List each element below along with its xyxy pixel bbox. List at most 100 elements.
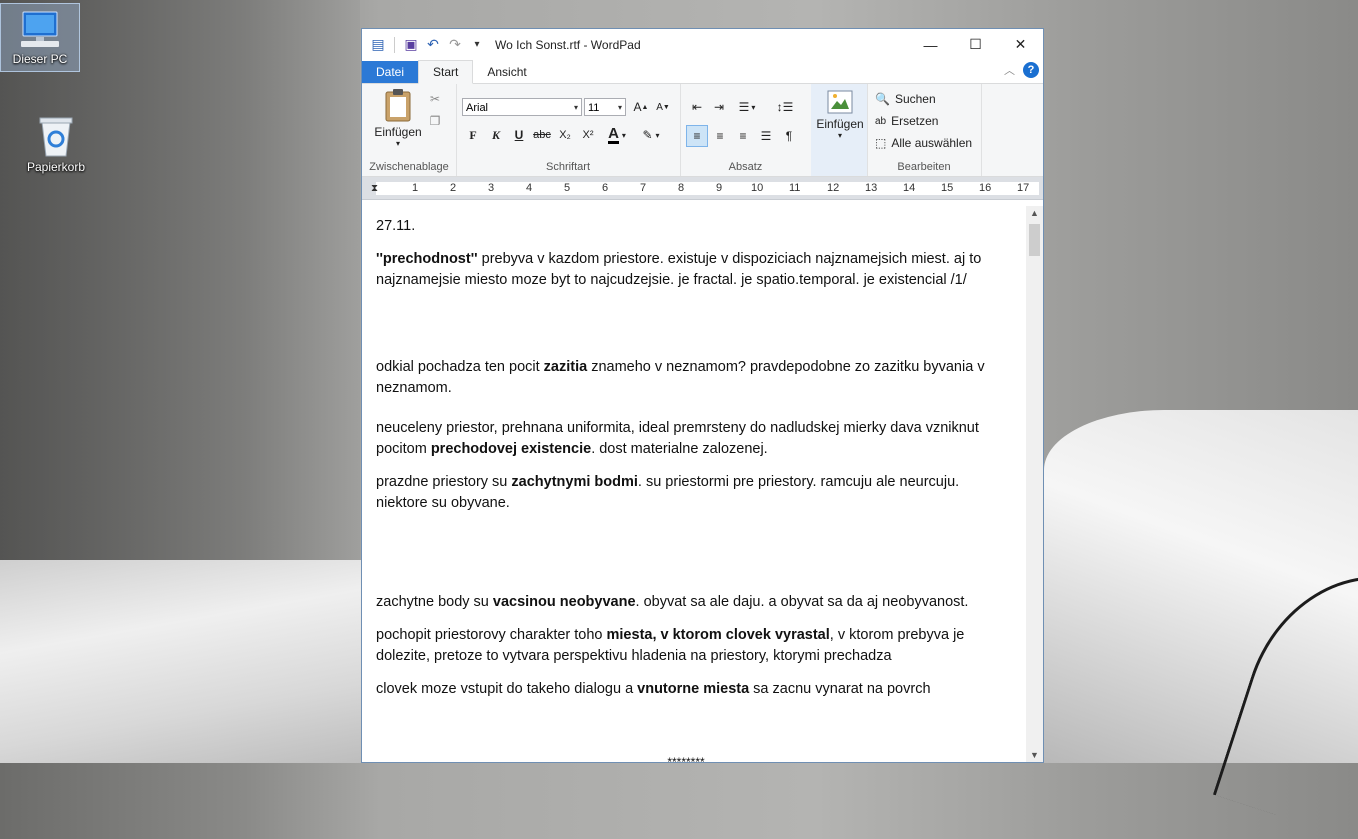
binoculars-icon: 🔍 — [875, 92, 890, 106]
group-label: Absatz — [728, 161, 763, 173]
font-size-select[interactable]: 11 ▾ — [584, 98, 626, 116]
group-editing: 🔍 Suchen ab Ersetzen ⬚ Alle auswählen Bearb… — [867, 84, 982, 176]
line-spacing-icon[interactable]: ↕☰ — [770, 96, 800, 118]
tab-view[interactable]: Ansicht — [473, 61, 540, 83]
ribbon: Einfügen ▾ ✂ ❐ Zwischenablage Arial ▾ 11 ▾… — [362, 84, 1043, 177]
save-icon[interactable]: ▣ — [403, 36, 419, 53]
paste-button[interactable]: Einfügen ▾ — [370, 88, 426, 148]
ribbon-tabs: Datei Start Ansicht ︿ ? — [362, 60, 1043, 84]
justify-icon[interactable]: ☰ — [755, 125, 777, 147]
shrink-font-icon[interactable]: A ▼ — [652, 96, 674, 118]
wallpaper-bed-left — [0, 560, 362, 763]
ruler-tick: 17 — [1017, 182, 1030, 194]
ruler-indent-marker[interactable]: ⧗ — [371, 182, 378, 195]
bold-button[interactable]: F — [462, 124, 484, 146]
undo-icon[interactable]: ↶ — [425, 36, 441, 53]
ruler-tick: 13 — [865, 182, 878, 194]
wordpad-window: ▤ ▣ ↶ ↷ ▾ Wo Ich Sonst.rtf - WordPad — ☐… — [361, 28, 1044, 763]
decrease-indent-icon[interactable]: ⇤ — [686, 96, 708, 118]
font-family-select[interactable]: Arial ▾ — [462, 98, 582, 116]
recycle-bin-icon — [39, 117, 73, 157]
scroll-up-icon[interactable]: ▲ — [1030, 208, 1039, 218]
picture-icon — [827, 90, 853, 114]
document-area[interactable]: 27.11. ''prechodnost'' prebyva v kazdom … — [362, 206, 1026, 762]
strikethrough-button[interactable]: abc — [531, 124, 553, 146]
font-size-value: 11 — [588, 102, 600, 114]
desktop-icon-this-pc[interactable]: Dieser PC — [0, 3, 80, 72]
replace-icon: ab — [875, 115, 887, 127]
ruler-tick: 5 — [564, 182, 571, 194]
insert-button[interactable]: Einfügen ▾ — [815, 90, 865, 140]
ruler-tick: 12 — [827, 182, 840, 194]
ruler-tick: 8 — [678, 182, 685, 194]
clipboard-icon — [385, 89, 411, 122]
grow-font-icon[interactable]: A ▲ — [630, 96, 652, 118]
doc-paragraph: prazdne priestory su zachytnymi bodmi. s… — [376, 474, 960, 511]
ruler[interactable]: ⧗ 1 2 3 4 5 6 7 8 9 10 11 12 13 14 15 16… — [362, 177, 1043, 200]
customize-qa-icon[interactable]: ▾ — [469, 37, 485, 53]
align-right-icon[interactable]: ≡ — [732, 125, 754, 147]
group-label: Bearbeiten — [897, 161, 951, 173]
doc-separator: ******** — [667, 755, 705, 763]
select-all-label: Alle auswählen — [891, 136, 973, 150]
bullet-list-icon[interactable]: ☰ ▾ — [732, 96, 762, 118]
group-paragraph: ⇤ ⇥ ☰ ▾ ↕☰ ≡ ≡ ≡ ☰ ¶ Absatz — [680, 84, 812, 176]
maximize-button[interactable]: ☐ — [953, 29, 998, 60]
scroll-thumb[interactable] — [1029, 224, 1040, 256]
find-button[interactable]: 🔍 Suchen — [875, 92, 936, 106]
find-label: Suchen — [894, 92, 936, 106]
group-label: Zwischenablage — [369, 161, 449, 173]
ruler-tick: 3 — [488, 182, 495, 194]
highlight-icon[interactable]: ✎ ▾ — [636, 124, 666, 146]
paste-label: Einfügen — [374, 125, 422, 139]
document-text[interactable]: 27.11. ''prechodnost'' prebyva v kazdom … — [376, 216, 996, 763]
ruler-tick: 4 — [526, 182, 533, 194]
copy-icon[interactable]: ❐ — [424, 110, 446, 132]
ruler-tick: 1 — [412, 182, 419, 194]
insert-label: Einfügen — [816, 117, 864, 131]
ruler-tick: 9 — [716, 182, 723, 194]
doc-paragraph: odkial pochadza ten pocit zazitia znameh… — [376, 359, 985, 396]
doc-paragraph: clovek moze vstupit do takeho dialogu a … — [376, 681, 931, 697]
underline-button[interactable]: U — [508, 124, 530, 146]
window-title: Wo Ich Sonst.rtf - WordPad — [495, 37, 641, 52]
desktop-icon-recycle-bin[interactable]: Papierkorb — [17, 108, 95, 174]
increase-indent-icon[interactable]: ⇥ — [708, 96, 730, 118]
subscript-button[interactable]: X₂ — [554, 124, 576, 146]
desktop-icon-label: Dieser PC — [12, 52, 68, 66]
vertical-scrollbar[interactable]: ▲ ▼ — [1026, 206, 1043, 762]
desktop-icon-label: Papierkorb — [26, 160, 86, 174]
close-button[interactable]: ✕ — [998, 29, 1043, 60]
quick-access-toolbar: ▤ ▣ ↶ ↷ ▾ — [362, 36, 485, 53]
select-all-button[interactable]: ⬚ Alle auswählen — [875, 136, 972, 150]
scroll-down-icon[interactable]: ▼ — [1030, 750, 1039, 760]
ruler-tick: 11 — [789, 182, 801, 194]
collapse-ribbon-icon[interactable]: ︿ — [1004, 62, 1015, 78]
italic-button[interactable]: K — [485, 124, 507, 146]
align-left-icon[interactable]: ≡ — [686, 125, 708, 147]
qa-separator — [394, 36, 395, 53]
redo-icon[interactable]: ↷ — [447, 36, 463, 53]
ruler-tick: 10 — [751, 182, 764, 194]
help-icon[interactable]: ? — [1023, 62, 1039, 78]
replace-button[interactable]: ab Ersetzen — [875, 114, 938, 128]
align-center-icon[interactable]: ≡ — [709, 125, 731, 147]
minimize-button[interactable]: — — [908, 29, 953, 60]
group-label: Schriftart — [545, 161, 590, 173]
paragraph-settings-icon[interactable]: ¶ — [778, 125, 800, 147]
ruler-tick: 16 — [979, 182, 992, 194]
ruler-tick: 2 — [450, 182, 457, 194]
select-all-icon: ⬚ — [875, 136, 887, 150]
superscript-button[interactable]: X² — [577, 124, 599, 146]
title-bar: ▤ ▣ ↶ ↷ ▾ Wo Ich Sonst.rtf - WordPad — ☐… — [362, 29, 1043, 60]
wordpad-app-icon[interactable]: ▤ — [370, 36, 386, 53]
computer-icon — [21, 11, 59, 47]
tab-start[interactable]: Start — [418, 60, 474, 84]
replace-label: Ersetzen — [891, 114, 939, 128]
doc-paragraph: neuceleny priestor, prehnana uniformita,… — [376, 420, 979, 457]
cut-icon[interactable]: ✂ — [424, 88, 446, 110]
font-color-button[interactable]: A ▾ — [602, 124, 632, 146]
font-family-value: Arial — [466, 102, 489, 114]
group-font: Arial ▾ 11 ▾ A ▲ A ▼ F K U abc X₂ X² A ▾ ✎ ▾ S… — [456, 84, 681, 176]
tab-file[interactable]: Datei — [362, 61, 419, 83]
